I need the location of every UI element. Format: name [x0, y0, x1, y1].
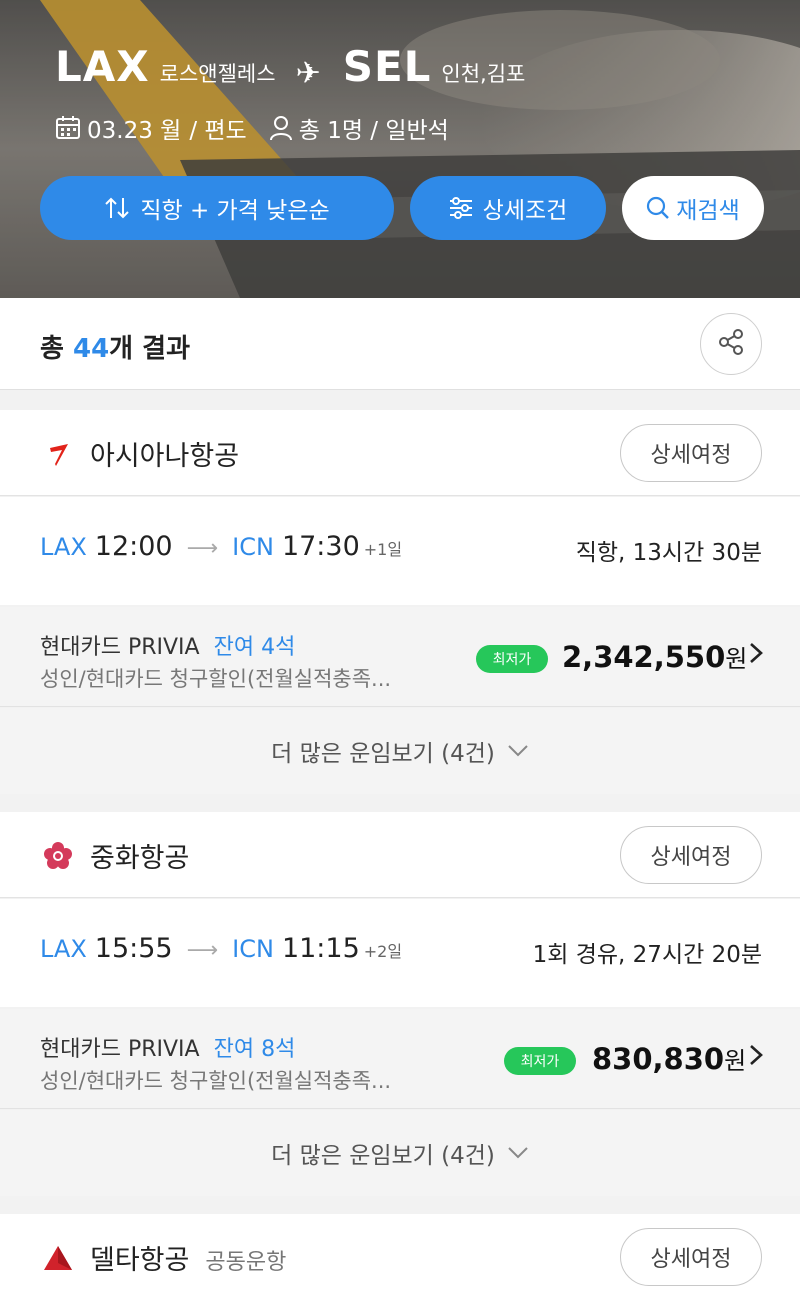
- chevron-down-icon: [507, 1146, 529, 1160]
- destination-code: SEL: [342, 42, 432, 91]
- search-icon: [646, 196, 670, 220]
- arrival-time: 11:15: [281, 933, 360, 964]
- chevron-right-icon: [748, 1043, 764, 1074]
- flight-duration: 1회 경유, 27시간 20분: [532, 942, 762, 968]
- fare-card-name: 현대카드 PRIVIA 잔여 4석: [40, 629, 295, 661]
- flight-times: LAX 12:00 ⟶ ICN 17:30 +1일: [40, 531, 402, 562]
- departure-time: 12:00: [94, 531, 173, 562]
- departure-time: 15:55: [94, 933, 173, 964]
- arrival-airport: ICN: [232, 935, 274, 963]
- fare-option[interactable]: 현대카드 PRIVIA 잔여 8석 성인/현대카드 청구할인(전월실적충족... …: [0, 1009, 800, 1109]
- seats-remaining: 잔여 4석: [213, 635, 296, 660]
- china-airlines-logo-icon: [42, 840, 74, 872]
- arrow-right-icon: ⟶: [186, 536, 219, 561]
- card-name: 현대카드 PRIVIA: [40, 1037, 200, 1062]
- airline-header: 델타항공 공동운항 상세여정: [0, 1214, 800, 1300]
- flight-schedule[interactable]: LAX 15:55 ⟶ ICN 11:15 +2일 1회 경유, 27시간 20…: [0, 899, 800, 1007]
- more-fares-label: 더 많은 운임보기 (4건): [271, 741, 495, 767]
- arrow-right-icon: ⟶: [186, 938, 219, 963]
- sort-button[interactable]: 직항 + 가격 낮은순: [40, 176, 394, 240]
- trip-type: / 편도: [189, 118, 247, 144]
- results-suffix: 개 결과: [109, 334, 190, 364]
- destination-city: 인천,김포: [441, 62, 526, 86]
- results-summary: 총 44개 결과: [0, 298, 800, 390]
- fare-price: 2,342,550원: [562, 639, 747, 674]
- origin-city: 로스앤젤레스: [159, 62, 276, 86]
- airline-header: 아시아나항공 상세여정: [0, 410, 800, 496]
- results-prefix: 총: [40, 334, 64, 364]
- itinerary-detail-button[interactable]: 상세여정: [620, 1228, 762, 1286]
- share-button[interactable]: [700, 313, 762, 375]
- route-title: LAX 로스앤젤레스 ✈ SEL 인천,김포: [55, 42, 525, 91]
- airline-header: 중화항공 상세여정: [0, 812, 800, 898]
- filter-button[interactable]: 상세조건: [410, 176, 606, 240]
- price-value: 2,342,550: [562, 640, 726, 674]
- chevron-down-icon: [507, 744, 529, 758]
- travel-date: 03.23 월: [87, 118, 182, 144]
- arrival-time: 17:30: [281, 531, 360, 562]
- plane-icon: ✈: [295, 56, 321, 91]
- price-currency: 원: [724, 1047, 747, 1075]
- airline-name: 델타항공 공동운항: [90, 1238, 286, 1277]
- calendar-icon: [55, 115, 81, 141]
- more-fares-button[interactable]: 더 많은 운임보기 (4건): [0, 1110, 800, 1196]
- search-actions: 직항 + 가격 낮은순 상세조건 재검색: [40, 176, 764, 240]
- arrival-airport: ICN: [232, 533, 274, 561]
- day-offset: +1일: [363, 540, 403, 559]
- filter-button-label: 상세조건: [482, 198, 568, 224]
- price-value: 830,830: [592, 1042, 725, 1076]
- fare-option[interactable]: 현대카드 PRIVIA 잔여 4석 성인/현대카드 청구할인(전월실적충족... …: [0, 607, 800, 707]
- departure-airport: LAX: [40, 533, 87, 561]
- delta-logo-icon: [42, 1242, 74, 1274]
- person-icon: [269, 115, 293, 141]
- fare-card-name: 현대카드 PRIVIA 잔여 8석: [40, 1031, 295, 1063]
- research-button-label: 재검색: [676, 198, 740, 224]
- lowest-price-badge: 최저가: [504, 1047, 576, 1075]
- itinerary-detail-button[interactable]: 상세여정: [620, 424, 762, 482]
- airline-name: 아시아나항공: [90, 441, 240, 472]
- lowest-price-badge: 최저가: [476, 645, 548, 673]
- passenger-info: 총 1명 / 일반석: [298, 118, 449, 144]
- fare-condition: 성인/현대카드 청구할인(전월실적충족...: [40, 667, 392, 691]
- more-fares-button[interactable]: 더 많은 운임보기 (4건): [0, 708, 800, 794]
- flight-duration: 직항, 13시간 30분: [575, 540, 762, 566]
- origin-code: LAX: [55, 42, 150, 91]
- fare-price: 830,830원: [592, 1041, 746, 1076]
- fare-condition: 성인/현대카드 청구할인(전월실적충족...: [40, 1069, 392, 1093]
- itinerary-detail-button[interactable]: 상세여정: [620, 826, 762, 884]
- codeshare-label: 공동운항: [205, 1250, 287, 1275]
- filter-icon: [449, 197, 473, 219]
- airline-name-text: 델타항공: [90, 1245, 190, 1276]
- departure-airport: LAX: [40, 935, 87, 963]
- seats-remaining: 잔여 8석: [213, 1037, 296, 1062]
- asiana-logo-icon: [42, 438, 74, 470]
- flight-times: LAX 15:55 ⟶ ICN 11:15 +2일: [40, 933, 402, 964]
- more-fares-label: 더 많은 운임보기 (4건): [271, 1143, 495, 1169]
- airline-name: 중화항공: [90, 843, 190, 874]
- search-summary: 03.23 월 / 편도 총 1명 / 일반석: [55, 111, 449, 145]
- sort-icon: [104, 196, 130, 220]
- card-name: 현대카드 PRIVIA: [40, 635, 200, 660]
- chevron-right-icon: [748, 641, 764, 672]
- flight-schedule[interactable]: LAX 12:00 ⟶ ICN 17:30 +1일 직항, 13시간 30분: [0, 497, 800, 605]
- results-number: 44: [72, 334, 110, 364]
- research-button[interactable]: 재검색: [622, 176, 764, 240]
- sort-button-label: 직항 + 가격 낮은순: [140, 198, 330, 224]
- day-offset: +2일: [363, 942, 403, 961]
- results-count: 총 44개 결과: [40, 328, 190, 365]
- share-icon: [716, 327, 746, 361]
- price-currency: 원: [725, 645, 748, 673]
- search-header: LAX 로스앤젤레스 ✈ SEL 인천,김포 03.23 월 / 편도 총 1명…: [0, 0, 800, 298]
